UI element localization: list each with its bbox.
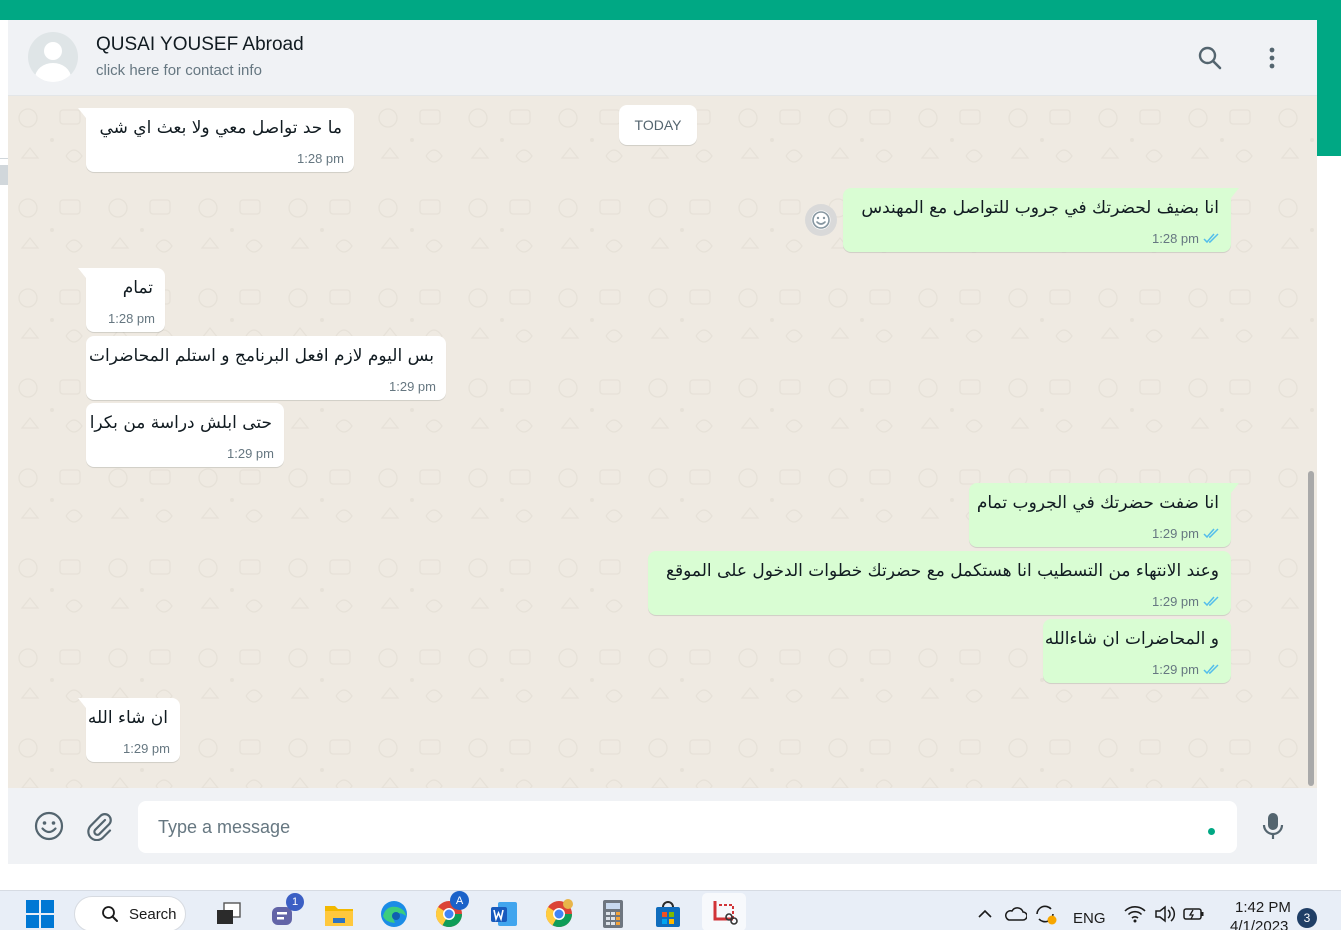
message-meta: 1:28 pm: [108, 311, 155, 326]
double-check-read-icon: [1203, 528, 1219, 539]
message-text: تمام: [122, 278, 153, 298]
message-incoming[interactable]: بس اليوم لازم افعل البرنامج و استلم المح…: [86, 336, 446, 400]
file-explorer-icon[interactable]: [322, 897, 356, 930]
message-meta: 1:28 pm: [1152, 231, 1221, 246]
battery-charging-icon[interactable]: [1177, 897, 1211, 930]
message-incoming[interactable]: ان شاء الله 1:29 pm: [78, 698, 180, 762]
windows-start-icon[interactable]: [23, 897, 57, 930]
attach-icon[interactable]: [81, 808, 117, 844]
clock-date[interactable]: 4/1/2023: [1230, 918, 1288, 930]
contact-info-link[interactable]: click here for contact info: [96, 62, 262, 79]
message-text: انا بضيف لحضرتك في جروب للتواصل مع المهن…: [861, 198, 1219, 218]
message-outgoing[interactable]: وعند الانتهاء من التسطيب انا هستكمل مع ح…: [648, 551, 1231, 615]
chevron-up-icon[interactable]: [968, 897, 1002, 930]
message-text: و المحاضرات ان شاءالله: [1044, 629, 1219, 649]
taskbar-search-label: Search: [129, 905, 177, 923]
contact-name[interactable]: QUSAI YOUSEF Abroad: [96, 34, 304, 56]
message-time: 1:29 pm: [1152, 662, 1199, 677]
message-outgoing[interactable]: و المحاضرات ان شاءالله 1:29 pm: [1043, 619, 1231, 683]
message-composer: [8, 788, 1317, 864]
message-meta: 1:29 pm: [1152, 662, 1221, 677]
message-text: حتى ابلش دراسة من بكرا: [89, 413, 272, 433]
avatar-head-shape: [44, 42, 62, 60]
message-meta: 1:29 pm: [1152, 594, 1221, 609]
message-incoming[interactable]: ما حد تواصل معي ولا بعث اي شي 1:28 pm: [78, 108, 354, 172]
windows-taskbar: Search 1 A ENG 1:42 PM 4/1/2023 3: [0, 890, 1341, 930]
message-meta: 1:29 pm: [227, 446, 274, 461]
notification-count-badge[interactable]: 3: [1297, 908, 1317, 928]
message-text: ان شاء الله: [87, 708, 168, 728]
message-text: انا ضفت حضرتك في الجروب تمام: [976, 493, 1219, 513]
message-meta: 1:28 pm: [297, 151, 344, 166]
task-view-icon[interactable]: [212, 897, 246, 930]
message-time: 1:28 pm: [297, 151, 344, 166]
app-top-accent-bar: [0, 0, 1341, 20]
date-separator: TODAY: [619, 105, 697, 145]
message-time: 1:29 pm: [1152, 526, 1199, 541]
message-time: 1:29 pm: [227, 446, 274, 461]
message-outgoing[interactable]: انا بضيف لحضرتك في جروب للتواصل مع المهن…: [843, 188, 1239, 252]
avatar-body-shape: [35, 63, 71, 82]
double-check-read-icon: [1203, 664, 1219, 675]
message-text: وعند الانتهاء من التسطيب انا هستكمل مع ح…: [665, 561, 1219, 581]
edge-browser-icon[interactable]: [377, 897, 411, 930]
search-icon: [102, 906, 118, 922]
menu-dots-icon[interactable]: [1256, 42, 1288, 74]
onedrive-cloud-icon[interactable]: [998, 897, 1032, 930]
message-text: بس اليوم لازم افعل البرنامج و استلم المح…: [88, 346, 434, 366]
chat-header[interactable]: QUSAI YOUSEF Abroad click here for conta…: [8, 20, 1317, 96]
left-edge-marker: [0, 165, 8, 185]
clock-time[interactable]: 1:42 PM: [1235, 899, 1291, 916]
snipping-tool-icon[interactable]: [702, 893, 746, 930]
wifi-icon[interactable]: [1118, 897, 1152, 930]
message-time: 1:28 pm: [108, 311, 155, 326]
chrome-canary-icon[interactable]: [542, 897, 576, 930]
input-status-dot: [1208, 828, 1215, 835]
message-time: 1:29 pm: [1152, 594, 1199, 609]
smiley-icon: [811, 210, 831, 230]
emoji-icon[interactable]: [31, 808, 67, 844]
input-language[interactable]: ENG: [1073, 910, 1106, 927]
calculator-icon[interactable]: [596, 897, 630, 930]
message-time: 1:29 pm: [123, 741, 170, 756]
message-incoming[interactable]: حتى ابلش دراسة من بكرا 1:29 pm: [86, 403, 284, 467]
background-window-edge-lower: [1317, 156, 1341, 890]
microsoft-store-icon[interactable]: [651, 897, 685, 930]
chrome-profile-icon[interactable]: A: [432, 891, 469, 930]
taskbar-search-box[interactable]: Search: [74, 896, 186, 930]
left-edge-divider: [0, 158, 8, 159]
word-icon[interactable]: [487, 897, 521, 930]
desktop-strip: [0, 864, 1341, 890]
background-window-edge: [1317, 20, 1341, 156]
message-time: 1:29 pm: [389, 379, 436, 394]
message-incoming[interactable]: تمام 1:28 pm: [78, 268, 165, 332]
chat-scrollbar[interactable]: [1308, 471, 1314, 786]
teams-chat-icon[interactable]: 1: [266, 893, 304, 930]
message-meta: 1:29 pm: [1152, 526, 1221, 541]
double-check-read-icon: [1203, 596, 1219, 607]
message-meta: 1:29 pm: [123, 741, 170, 756]
double-check-read-icon: [1203, 233, 1219, 244]
left-window-edge: [0, 20, 8, 890]
teams-unread-badge: 1: [286, 893, 304, 911]
message-text: ما حد تواصل معي ولا بعث اي شي: [99, 118, 342, 138]
conversation-panel[interactable]: TODAY ما حد تواصل معي ولا بعث اي شي 1:28…: [8, 96, 1317, 788]
message-outgoing[interactable]: انا ضفت حضرتك في الجروب تمام 1:29 pm: [969, 483, 1239, 547]
search-icon[interactable]: [1194, 42, 1226, 74]
chrome-profile-badge: A: [450, 891, 469, 910]
contact-avatar[interactable]: [28, 32, 78, 82]
microphone-icon[interactable]: [1255, 808, 1291, 844]
sync-status-icon[interactable]: [1029, 897, 1063, 930]
message-meta: 1:29 pm: [389, 379, 436, 394]
message-time: 1:28 pm: [1152, 231, 1199, 246]
emoji-reaction-button[interactable]: [805, 204, 837, 236]
message-input[interactable]: [138, 801, 1237, 853]
